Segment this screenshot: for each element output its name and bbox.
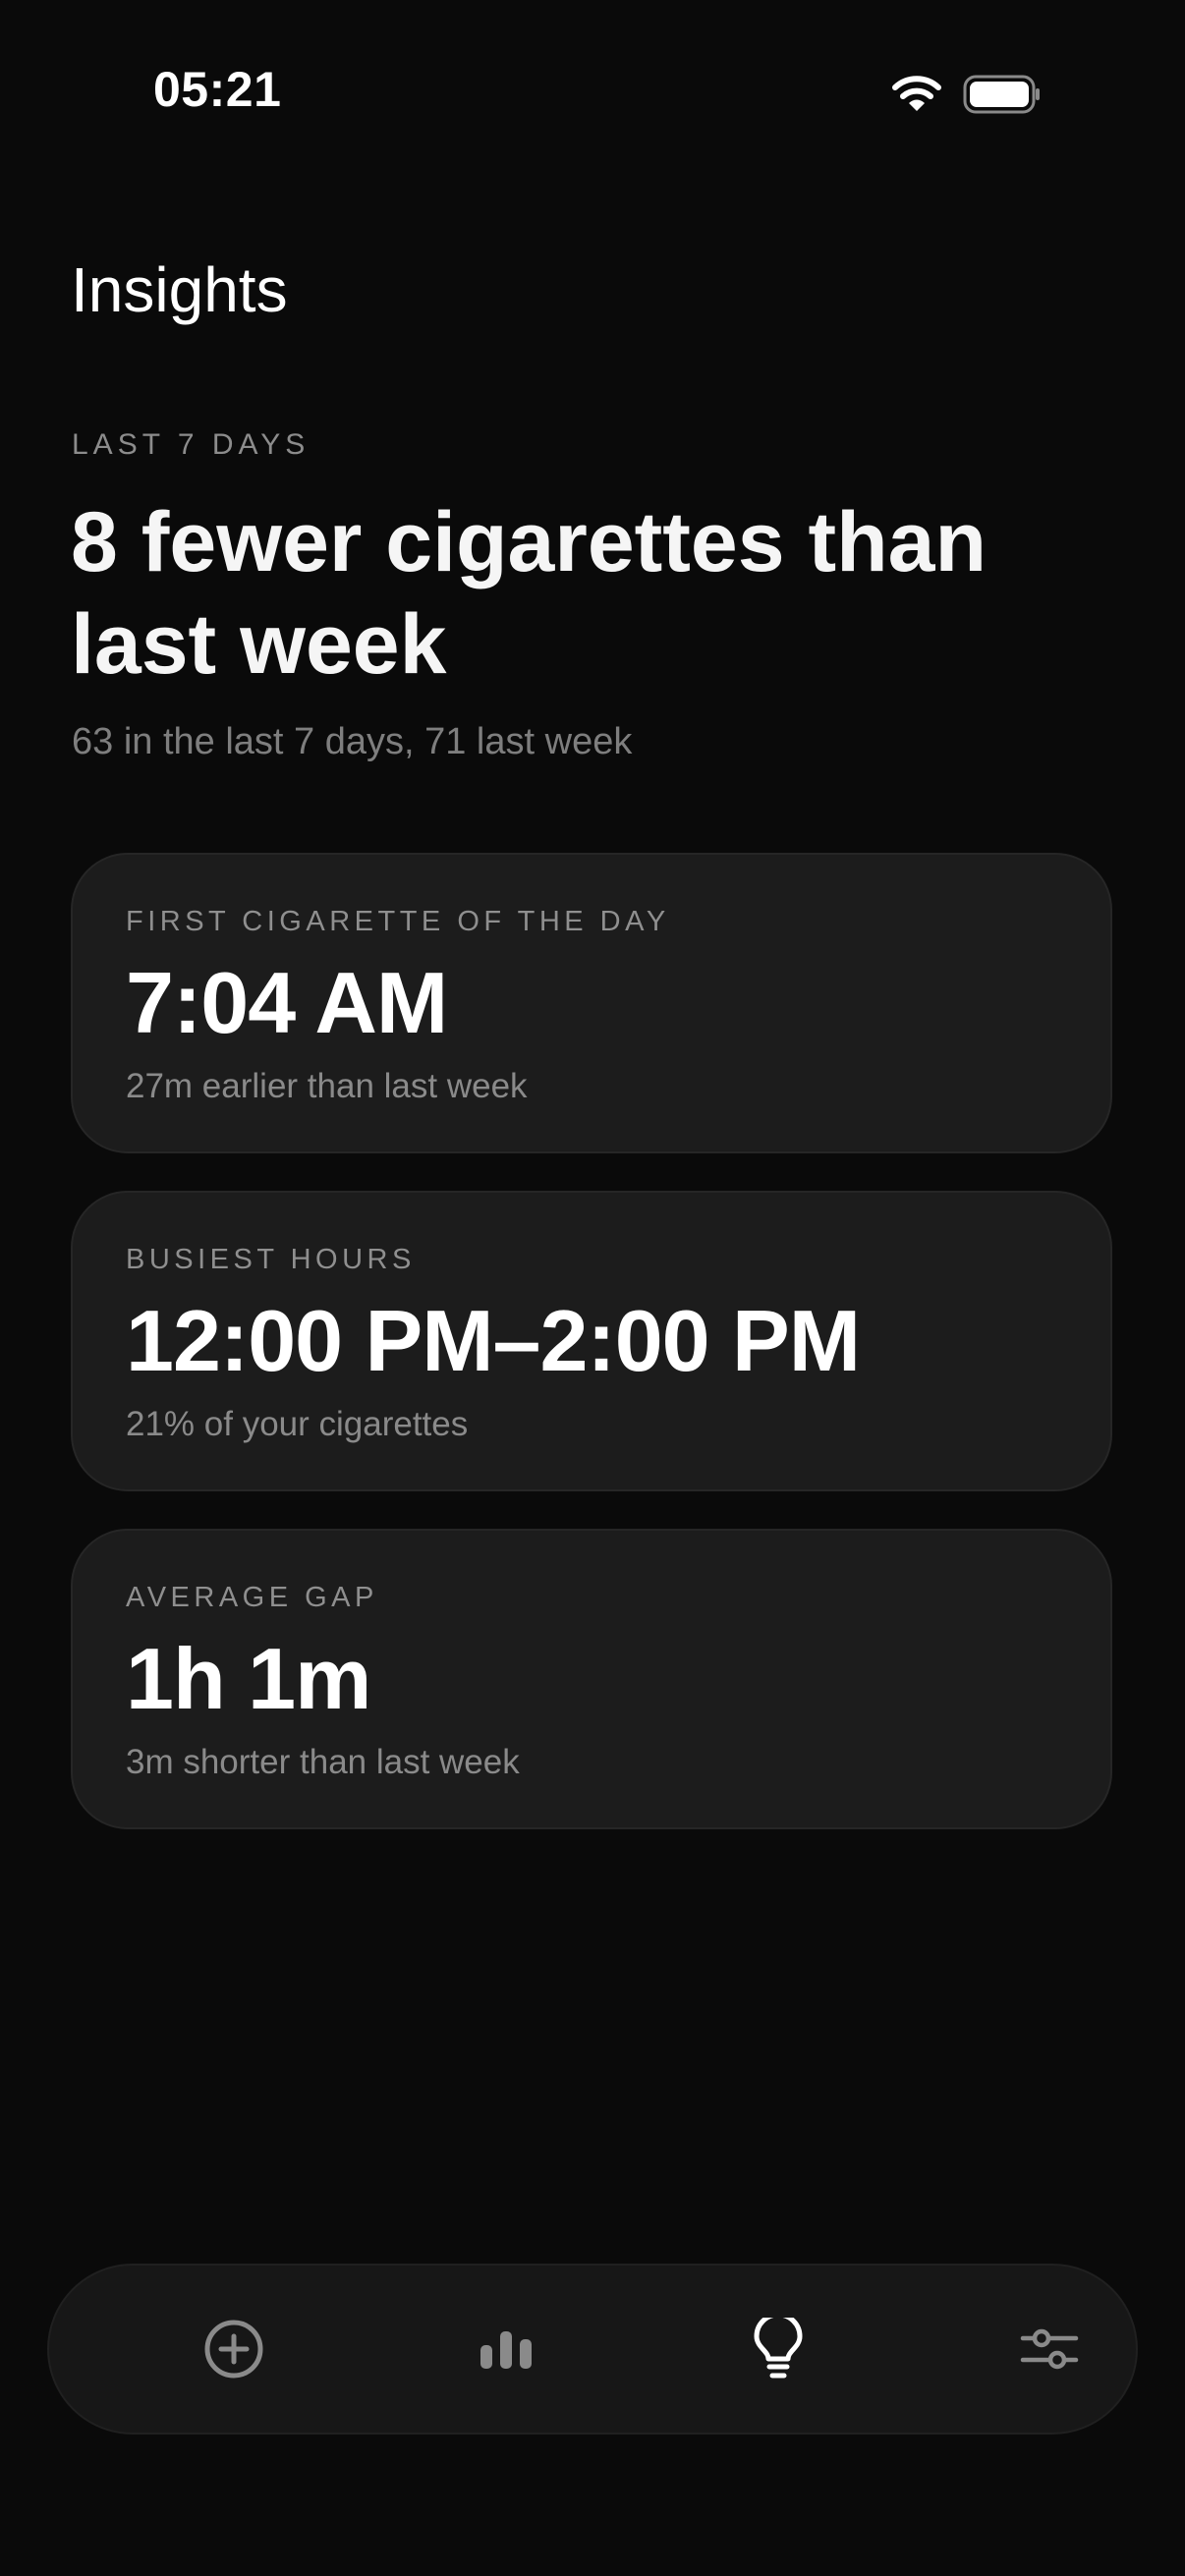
- bar-chart-icon: [480, 2331, 532, 2369]
- card-eyebrow: AVERAGE GAP: [126, 1582, 378, 1613]
- tab-log[interactable]: [136, 2266, 332, 2433]
- card-value: 1h 1m: [126, 1630, 371, 1727]
- tab-stats[interactable]: [408, 2266, 604, 2433]
- lightbulb-icon: [754, 2318, 803, 2379]
- summary-detail: 63 in the last 7 days, 71 last week: [72, 721, 633, 762]
- battery-icon: [963, 75, 1040, 114]
- card-value: 12:00 PM–2:00 PM: [126, 1292, 861, 1389]
- card-eyebrow: BUSIEST HOURS: [126, 1244, 416, 1275]
- summary-eyebrow: LAST 7 DAYS: [72, 428, 310, 461]
- status-bar: 05:21: [0, 0, 1185, 147]
- average-gap-card: AVERAGE GAP 1h 1m 3m shorter than last w…: [71, 1529, 1112, 1829]
- sliders-icon: [1020, 2328, 1079, 2370]
- card-value: 7:04 AM: [126, 954, 448, 1051]
- page-title: Insights: [71, 254, 288, 325]
- busiest-hours-card: BUSIEST HOURS 12:00 PM–2:00 PM 21% of yo…: [71, 1191, 1112, 1491]
- card-eyebrow: FIRST CIGARETTE OF THE DAY: [126, 906, 670, 937]
- status-icons: [892, 75, 1042, 114]
- first-cigarette-card: FIRST CIGARETTE OF THE DAY 7:04 AM 27m e…: [71, 853, 1112, 1153]
- wifi-icon: [892, 76, 941, 111]
- plus-circle-icon: [204, 2320, 263, 2379]
- tab-settings[interactable]: [951, 2266, 1148, 2433]
- card-note: 3m shorter than last week: [126, 1743, 520, 1781]
- tab-bar: [47, 2264, 1138, 2435]
- tab-insights[interactable]: [680, 2266, 876, 2433]
- card-note: 21% of your cigarettes: [126, 1405, 469, 1443]
- summary-headline: 8 fewer cigarettes than last week: [71, 495, 988, 692]
- status-time: 05:21: [153, 62, 282, 117]
- card-note: 27m earlier than last week: [126, 1067, 528, 1105]
